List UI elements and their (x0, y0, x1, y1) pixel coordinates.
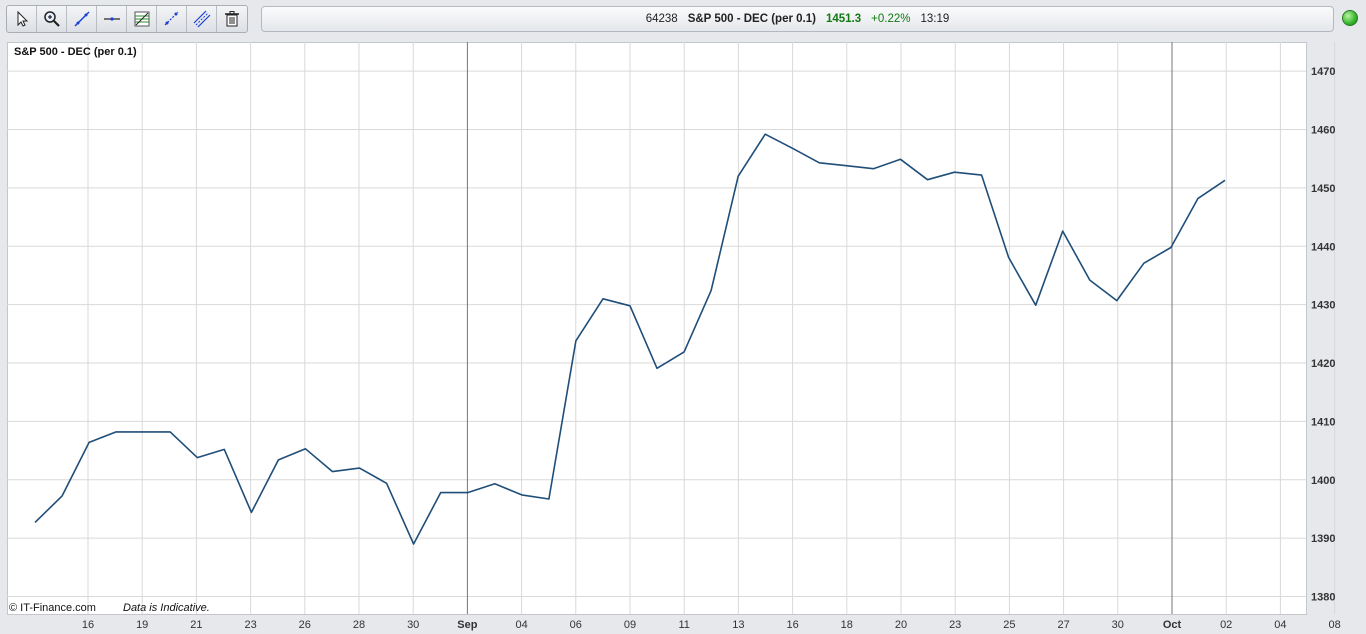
pointer-tool-button[interactable] (7, 6, 37, 32)
fibonacci-tool-button[interactable] (127, 6, 157, 32)
y-tick-label: 1470 (1311, 66, 1335, 78)
x-tick-label: 09 (624, 619, 636, 631)
x-tick-label: 06 (570, 619, 582, 631)
x-tick-label: 11 (678, 619, 689, 631)
x-tick-label: 30 (407, 619, 419, 631)
x-tick-label: 26 (299, 619, 311, 631)
trend-line-tool-button[interactable] (67, 6, 97, 32)
x-tick-label: 20 (895, 619, 907, 631)
trash-icon (225, 11, 239, 27)
x-tick-label: 28 (353, 619, 365, 631)
quote-id: 64238 (645, 13, 678, 25)
x-tick-label: Oct (1163, 619, 1182, 631)
y-tick-label: 1380 (1311, 591, 1335, 603)
y-tick-label: 1460 (1311, 125, 1335, 137)
trend-line-icon (73, 11, 90, 27)
quote-symbol: S&P 500 - DEC (per 0.1) (687, 13, 816, 25)
quote-bar: 64238 S&P 500 - DEC (per 0.1) 1451.3 +0.… (261, 6, 1334, 32)
quote-change: +0.22% (871, 13, 911, 25)
fibonacci-icon (134, 11, 149, 27)
x-tick-label: 04 (1274, 619, 1286, 631)
x-tick-label: 23 (949, 619, 961, 631)
y-tick-label: 1430 (1311, 300, 1335, 312)
x-tick-label: 27 (1057, 619, 1069, 631)
x-tick-label: 21 (190, 619, 202, 631)
quote-price: 1451.3 (825, 13, 862, 25)
x-tick-label: 30 (1112, 619, 1124, 631)
x-tick-label: 16 (82, 619, 94, 631)
connection-status-icon (1342, 10, 1358, 26)
parallel-lines-tool-button[interactable] (187, 6, 217, 32)
plot-background (7, 42, 1307, 615)
channel-tool-button[interactable] (157, 6, 187, 32)
x-tick-label: 02 (1220, 619, 1232, 631)
pointer-icon (17, 10, 28, 27)
parallel-lines-icon (193, 10, 210, 28)
y-tick-label: 1400 (1311, 475, 1335, 487)
x-tick-label: 23 (244, 619, 256, 631)
horizontal-line-icon (103, 17, 120, 21)
zoom-icon (43, 11, 60, 27)
x-tick-label: 16 (786, 619, 798, 631)
x-tick-label: 18 (841, 619, 853, 631)
y-tick-label: 1450 (1311, 183, 1335, 195)
data-note: Data is Indicative. (123, 602, 210, 614)
y-tick-label: 1420 (1311, 358, 1335, 370)
drawing-toolbar (6, 5, 248, 33)
y-tick-label: 1440 (1311, 241, 1335, 253)
x-tick-label: Sep (457, 619, 477, 631)
x-tick-label: 19 (136, 619, 148, 631)
x-tick-label: 04 (515, 619, 527, 631)
horizontal-line-tool-button[interactable] (97, 6, 127, 32)
y-tick-label: 1390 (1311, 533, 1335, 545)
x-axis: 16 19 21 23 26 28 30 Sep 04 06 09 11 13 16 18 20 23 25 27 3… (82, 619, 1341, 631)
copyright-text: © IT-Finance.com (9, 602, 96, 614)
delete-tool-button[interactable] (217, 6, 247, 32)
quote-time: 13:19 (920, 13, 950, 25)
zoom-tool-button[interactable] (37, 6, 67, 32)
y-axis: 1380 1390 1400 1410 1420 1430 1440 1450 1460 1470 (1311, 66, 1335, 603)
x-tick-label: 13 (732, 619, 744, 631)
x-tick-label: 25 (1003, 619, 1015, 631)
y-tick-label: 1410 (1311, 416, 1335, 428)
chart-title: S&P 500 - DEC (per 0.1) (14, 46, 137, 58)
channel-icon (164, 11, 178, 26)
chart-area[interactable]: 1380 1390 1400 1410 1420 1430 1440 1450 1460 1470… (7, 42, 1362, 634)
x-tick-label: 08 (1328, 619, 1340, 631)
price-chart[interactable]: 1380 1390 1400 1410 1420 1430 1440 1450 1460 1470… (7, 42, 1362, 634)
